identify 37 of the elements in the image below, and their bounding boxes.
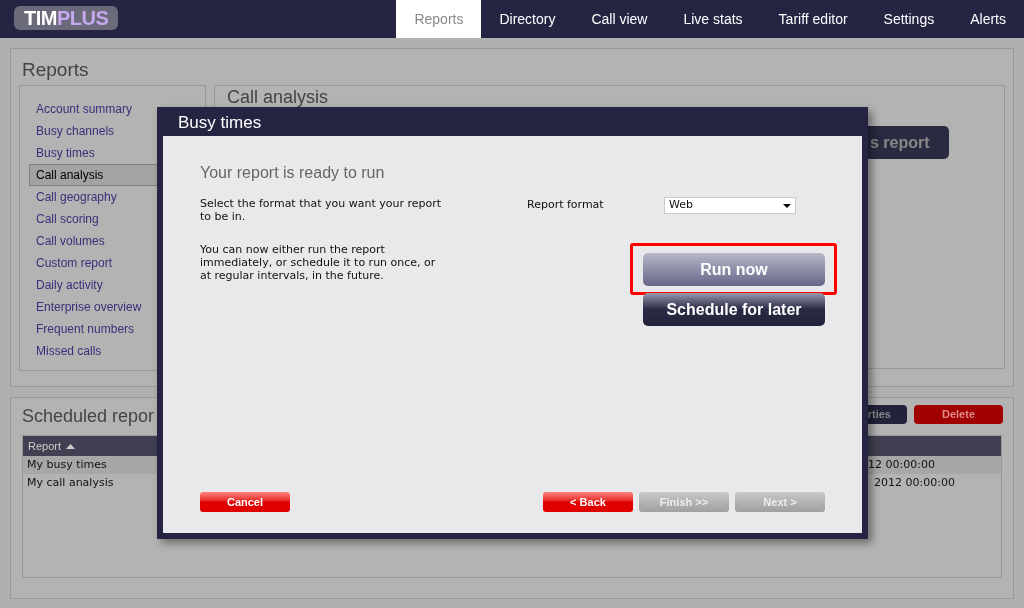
footer-button[interactable]: < Back (543, 492, 633, 512)
action-button[interactable]: Schedule for later (643, 293, 825, 326)
action-button[interactable]: Run now (643, 253, 825, 286)
instruction-text: You can now either run the report immediately, or schedule it to run once, or at regular intervals, in the future. (200, 243, 437, 282)
report-list-item[interactable]: Busy times (29, 142, 196, 164)
report-list-item[interactable]: Call scoring (29, 208, 196, 230)
dialog-heading: Your report is ready to run (200, 164, 386, 182)
report-list-item[interactable]: Daily activity (29, 274, 196, 296)
nav-tab[interactable]: Call view (573, 0, 666, 38)
table-cell-text: 2012 00:00:00 (873, 474, 955, 491)
field-label: Report format (527, 197, 605, 214)
dropdown-arrow-icon (783, 203, 791, 208)
nav-tab[interactable]: Directory (481, 0, 574, 38)
nav-tab[interactable]: Alerts (952, 0, 1024, 38)
report-list-item[interactable]: Call volumes (29, 230, 196, 252)
nav-tab[interactable]: Tariff editor (760, 0, 866, 38)
report-list-item[interactable]: Call geography (29, 186, 196, 208)
instruction-text: Select the format that you want your report to be in. (200, 197, 443, 223)
table-cell-text: 12 00:00:00 (868, 456, 935, 473)
report-list-item[interactable]: Custom report (29, 252, 196, 274)
nav-tab[interactable]: Reports (396, 0, 482, 38)
logo: TIMPLUS (14, 6, 119, 30)
delete-button[interactable]: Delete (914, 405, 1003, 424)
detail-title: Call analysis (227, 88, 329, 106)
nav-tab[interactable]: Settings (865, 0, 953, 38)
nav-tab[interactable]: Live stats (665, 0, 761, 38)
footer-button[interactable]: Cancel (200, 492, 290, 512)
dialog-title: Busy times (177, 112, 263, 134)
format-dropdown[interactable]: Web (664, 197, 796, 214)
report-list-item[interactable]: Missed calls (29, 340, 196, 362)
table-cell-text: My busy times (26, 456, 108, 473)
panel-title: Reports (21, 58, 90, 82)
report-list-item[interactable]: Enterprise overview (29, 296, 196, 318)
table-cell-text: My call analysis (26, 474, 115, 491)
column-header[interactable]: Report (28, 437, 62, 455)
report-list-item[interactable]: Frequent numbers (29, 318, 196, 340)
panel-title: Scheduled repor (22, 406, 155, 426)
